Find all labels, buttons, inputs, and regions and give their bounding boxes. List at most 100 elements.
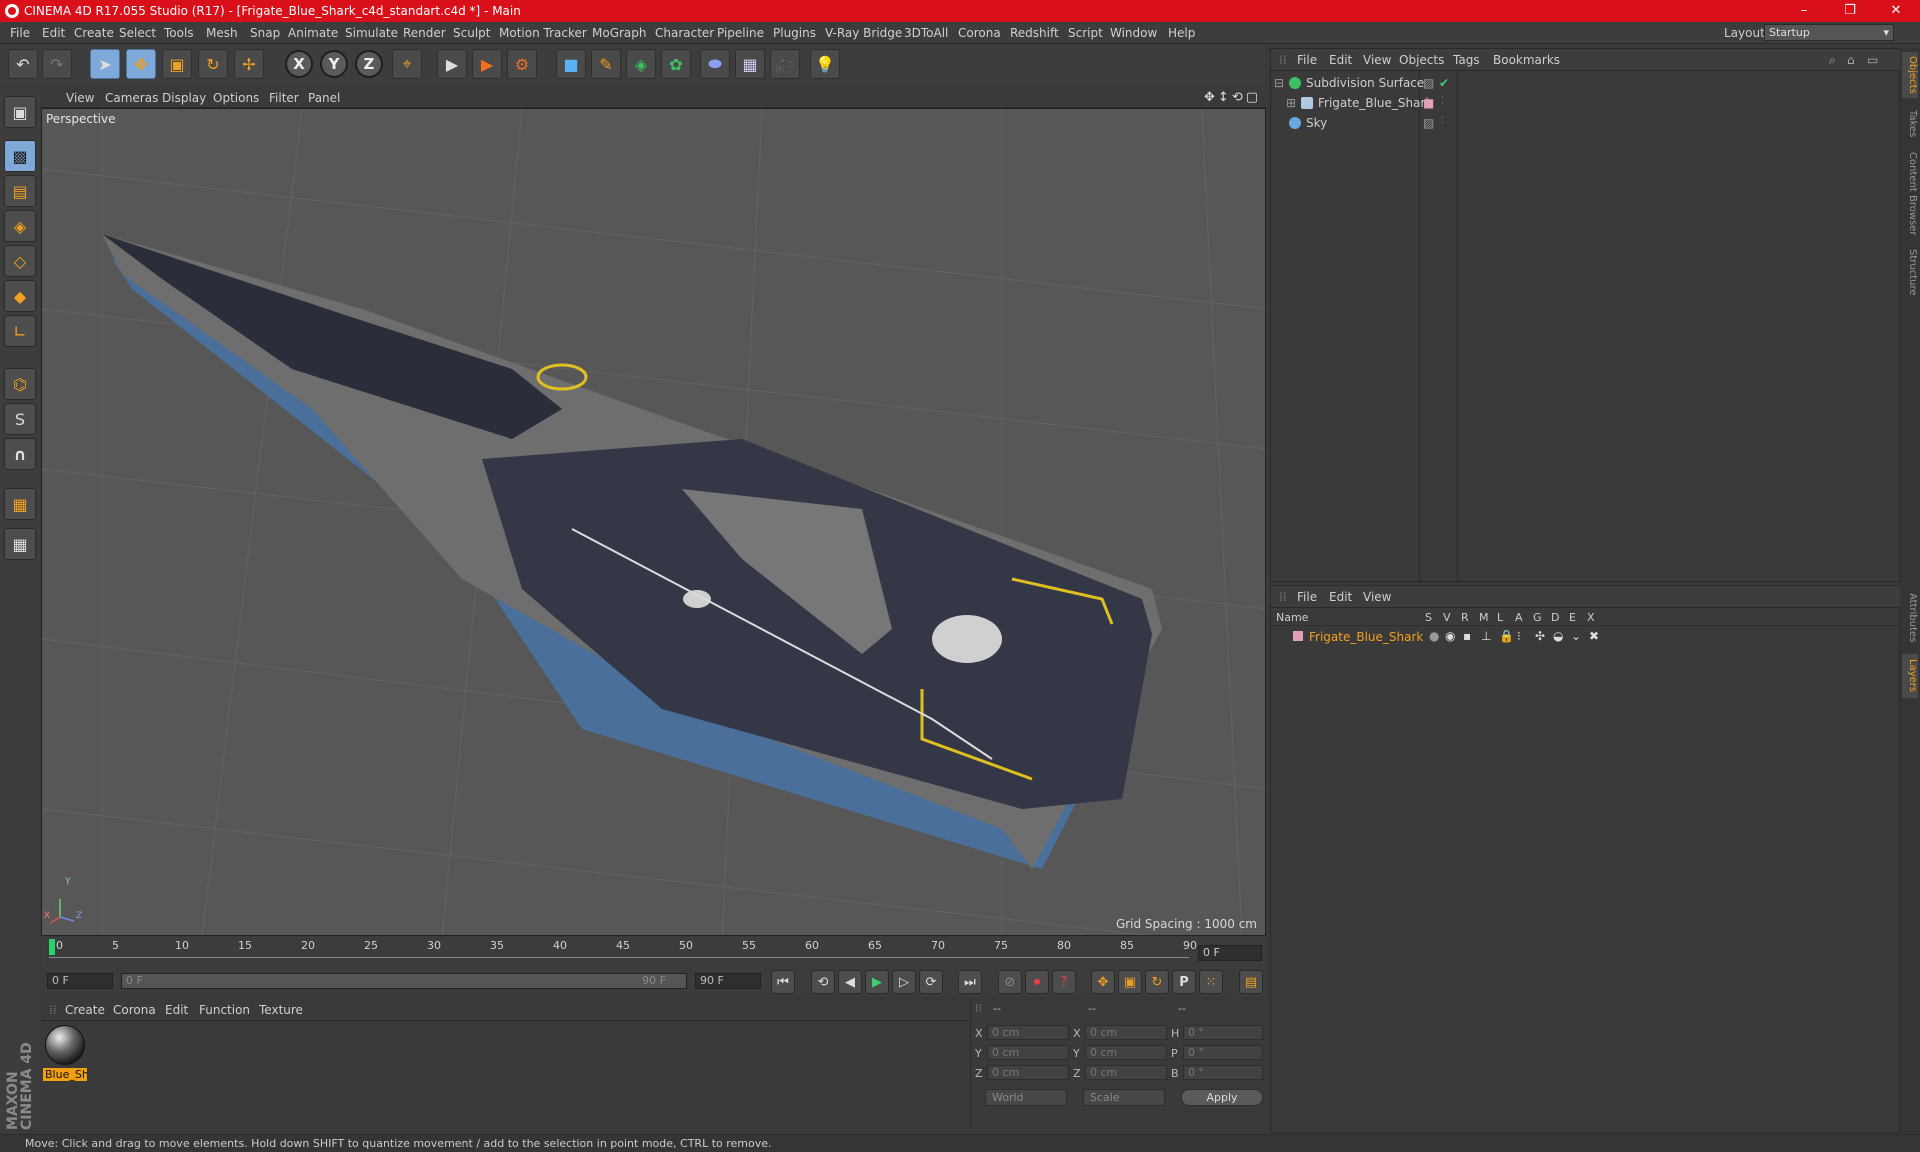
cube-primitive-icon[interactable]: ■ [556, 49, 586, 79]
enabled-check-icon[interactable]: ✔ [1439, 76, 1449, 90]
menu-create[interactable]: Create [74, 26, 114, 40]
menu-3dtoall[interactable]: 3DToAll [904, 26, 948, 40]
go-to-start-icon[interactable]: ⏮ [771, 970, 795, 994]
lock-toggle-icon[interactable]: 🔒 [1499, 629, 1514, 643]
record-active-objects-icon[interactable]: ⏺ [1025, 970, 1049, 994]
menu-tools[interactable]: Tools [164, 26, 194, 40]
size-mode-dropdown[interactable]: Scale [1083, 1089, 1165, 1106]
undo-icon[interactable]: ↶ [8, 49, 38, 79]
previous-key-icon[interactable]: ⟲ [811, 970, 835, 994]
menu-animate[interactable]: Animate [288, 26, 338, 40]
solo-toggle-icon[interactable]: ● [1429, 629, 1439, 643]
minimize-button[interactable]: – [1782, 0, 1826, 22]
view-toggle-icon[interactable]: ◉ [1445, 629, 1455, 643]
search-icon[interactable]: ⌕ [1829, 53, 1836, 68]
viewport-menu-view[interactable]: View [66, 91, 94, 105]
layer-color-swatch[interactable]: ■ [1423, 96, 1434, 110]
material-menu-create[interactable]: Create [65, 1003, 105, 1017]
objects-menu-tags[interactable]: Tags [1453, 53, 1480, 67]
position-y-field[interactable]: 0 cm [987, 1045, 1069, 1060]
render-to-picture-viewer-icon[interactable]: ▶ [472, 49, 502, 79]
rotation-h-field[interactable]: 0 ° [1183, 1025, 1263, 1040]
objects-menu-file[interactable]: File [1297, 53, 1317, 67]
menu-redshift[interactable]: Redshift [1010, 26, 1059, 40]
motion-record-icon[interactable]: ⊘ [998, 970, 1022, 994]
layout-select[interactable]: Startup [1764, 24, 1894, 41]
preview-range-slider[interactable]: 0 F 90 F [121, 973, 687, 989]
layers-menu-file[interactable]: File [1297, 590, 1317, 604]
tab-attributes[interactable]: Attributes [1902, 588, 1918, 648]
tab-takes[interactable]: Takes [1902, 104, 1918, 144]
layer-color-swatch[interactable] [1293, 631, 1303, 641]
rotation-b-field[interactable]: 0 ° [1183, 1065, 1263, 1080]
menu-character[interactable]: Character [655, 26, 714, 40]
tab-layers[interactable]: Layers [1902, 654, 1918, 698]
generator-toggle-icon[interactable]: ✣ [1535, 629, 1545, 643]
viewport-navigation-icons[interactable]: ✥↕⟲▢ [1204, 90, 1261, 105]
move-tool-icon[interactable]: ✥ [126, 49, 156, 79]
menu-window[interactable]: Window [1110, 26, 1157, 40]
render-view-icon[interactable]: ▶ [437, 49, 467, 79]
key-point-level-icon[interactable]: ⁙ [1199, 970, 1223, 994]
position-z-field[interactable]: 0 cm [987, 1065, 1069, 1080]
camera-icon[interactable]: 🎥 [770, 49, 800, 79]
pen-spline-icon[interactable]: ✎ [591, 49, 621, 79]
object-row-frigate-blue-shark[interactable]: ⊞ Frigate_Blue_Shark ■ ⁚ [1271, 93, 1901, 113]
object-row-sky[interactable]: Sky ▨ ⁚ [1271, 113, 1901, 133]
animation-toggle-icon[interactable]: ⁝ [1517, 629, 1521, 643]
viewport-menu-panel[interactable]: Panel [308, 91, 340, 105]
perspective-viewport[interactable]: Perspective Y X Z Grid Spacing : 1000 cm [41, 108, 1266, 936]
autokeying-icon[interactable]: ? [1052, 970, 1076, 994]
material-menu-corona[interactable]: Corona [113, 1003, 156, 1017]
polygons-mode-icon[interactable]: ∟ [4, 315, 36, 347]
menu-render[interactable]: Render [403, 26, 446, 40]
new-view-icon[interactable]: ▭ [1867, 53, 1878, 67]
visibility-dots-icon[interactable]: ⁚ [1441, 116, 1444, 126]
menu-edit[interactable]: Edit [42, 26, 65, 40]
frame-ruler[interactable]: 0 5 10 15 20 25 30 35 40 45 50 55 60 65 … [49, 939, 1197, 963]
size-y-field[interactable]: 0 cm [1085, 1045, 1167, 1060]
rotation-p-field[interactable]: 0 ° [1183, 1045, 1263, 1060]
previous-frame-icon[interactable]: ◀ [838, 970, 862, 994]
workplane-lock-icon[interactable]: ▦ [4, 528, 36, 560]
coordinate-mode-dropdown[interactable]: World [985, 1089, 1067, 1106]
viewport-menu-options[interactable]: Options [213, 91, 259, 105]
start-frame-field[interactable]: 0 F [47, 973, 113, 989]
y-axis-lock-icon[interactable]: Y [320, 50, 348, 78]
z-axis-lock-icon[interactable]: Z [355, 50, 383, 78]
expression-toggle-icon[interactable]: ⌄ [1571, 629, 1581, 643]
menu-select[interactable]: Select [119, 26, 156, 40]
objects-menu-bookmarks[interactable]: Bookmarks [1493, 53, 1560, 67]
end-frame-field[interactable]: 90 F [695, 973, 761, 989]
menu-simulate[interactable]: Simulate [345, 26, 398, 40]
menu-mograph[interactable]: MoGraph [592, 26, 647, 40]
layer-row[interactable]: Frigate_Blue_Shark ● ◉ ▪ ⊥ 🔒 ⁝ ✣ ◒ ⌄ ✖ [1271, 628, 1901, 646]
restore-button[interactable]: ❐ [1828, 0, 1872, 22]
snap-icon[interactable]: ∩ [4, 438, 36, 470]
viewport-menu-display[interactable]: Display [162, 91, 206, 105]
visibility-dots-icon[interactable]: ⁚ [1441, 96, 1444, 106]
light-icon[interactable]: 💡 [810, 49, 840, 79]
axis-mode-icon[interactable]: ⌬ [4, 368, 36, 400]
menu-file[interactable]: File [10, 26, 30, 40]
timeline-ruler[interactable]: 0 5 10 15 20 25 30 35 40 45 50 55 60 65 … [41, 937, 1266, 965]
model-mode-icon[interactable]: ▩ [4, 140, 36, 172]
layer-tag-icon[interactable]: ▨ [1423, 116, 1434, 130]
material-menu-texture[interactable]: Texture [259, 1003, 303, 1017]
material-menu-function[interactable]: Function [199, 1003, 250, 1017]
viewport-menu-filter[interactable]: Filter [269, 91, 299, 105]
menu-mesh[interactable]: Mesh [206, 26, 238, 40]
menu-sculpt[interactable]: Sculpt [453, 26, 490, 40]
subdivision-surface-icon[interactable]: ◈ [626, 49, 656, 79]
viewport-menu-cameras[interactable]: Cameras [105, 91, 158, 105]
coordinate-system-icon[interactable]: ⌖ [392, 49, 422, 79]
tab-objects[interactable]: Objects [1902, 52, 1918, 98]
render-settings-icon[interactable]: ⚙ [507, 49, 537, 79]
tweak-mode-icon[interactable]: S [4, 403, 36, 435]
current-frame-field[interactable]: 0 F [1198, 945, 1262, 961]
material-menu-edit[interactable]: Edit [165, 1003, 188, 1017]
timeline-window-icon[interactable]: ▤ [1239, 970, 1263, 994]
key-parameter-icon[interactable]: P [1172, 970, 1196, 994]
play-forward-icon[interactable]: ▶ [865, 970, 889, 994]
apply-button[interactable]: Apply [1181, 1089, 1263, 1106]
